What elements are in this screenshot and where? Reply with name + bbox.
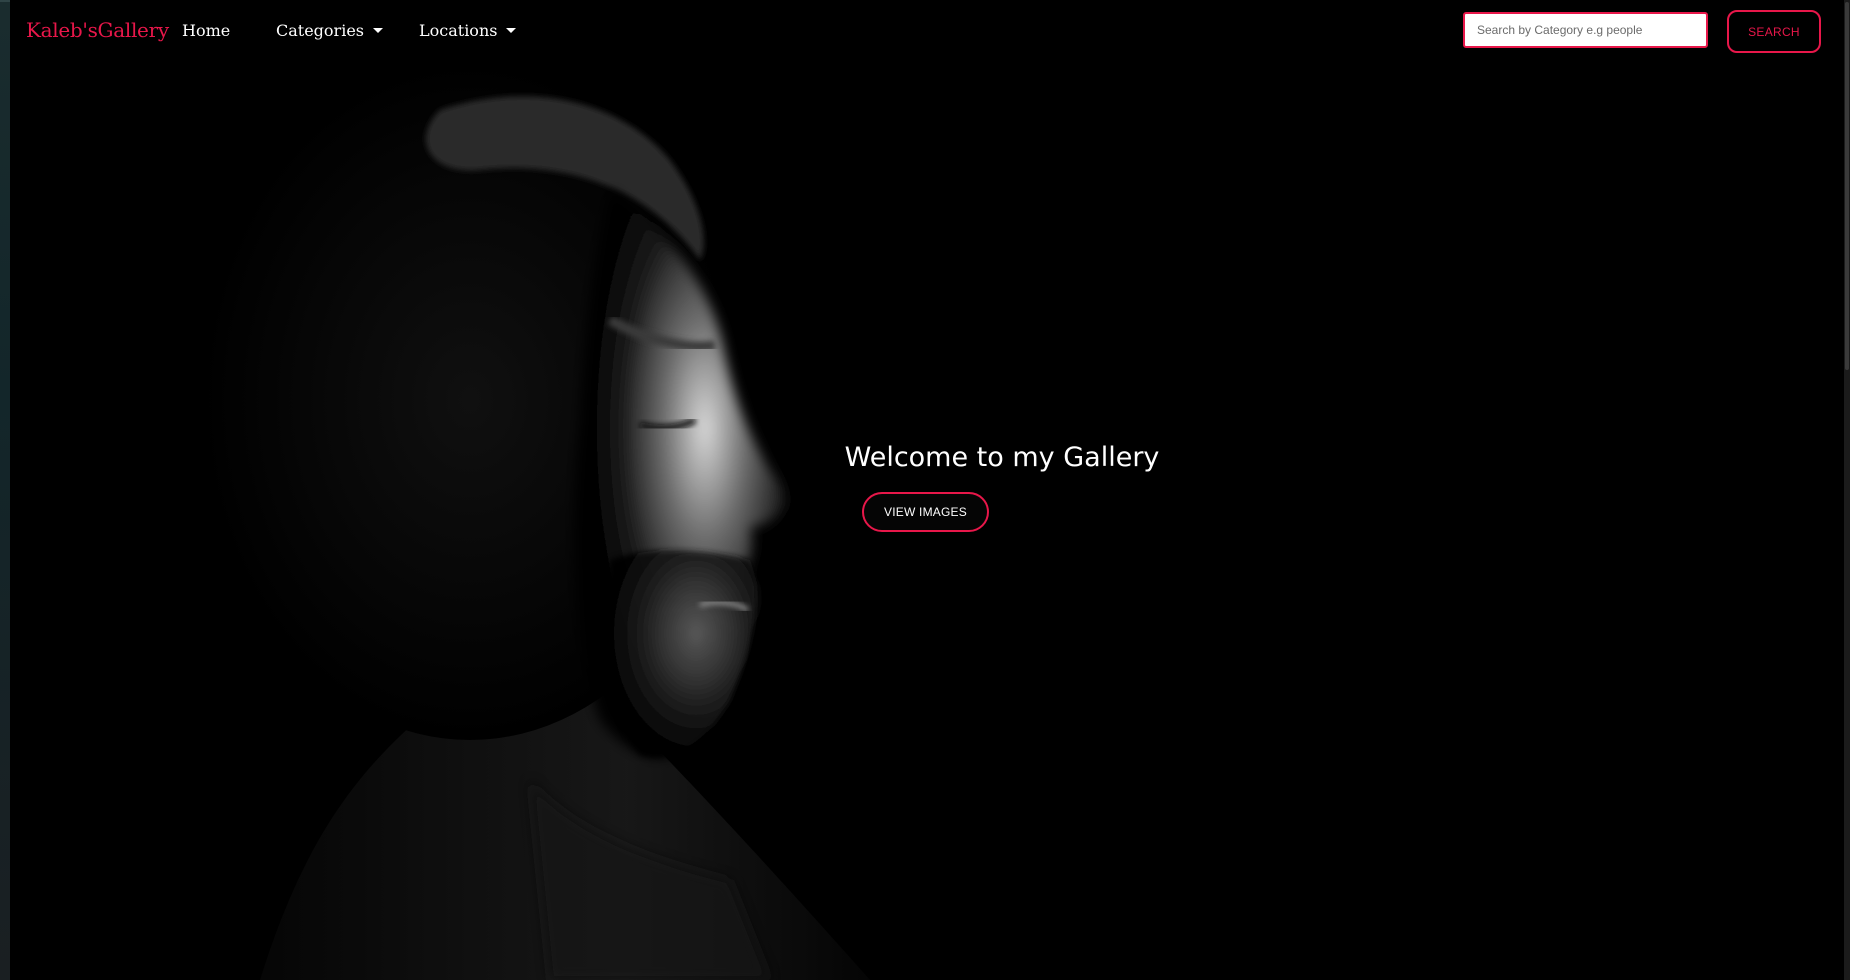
hero-section xyxy=(10,0,1844,980)
navbar: Kaleb'sGallery Home Categories Locations… xyxy=(10,0,1844,64)
search-input[interactable] xyxy=(1463,12,1708,48)
view-images-button[interactable]: VIEW IMAGES xyxy=(862,492,989,532)
scrollbar[interactable] xyxy=(1844,0,1850,980)
caret-down-icon xyxy=(373,28,383,33)
gallery-page: Kaleb'sGallery Home Categories Locations… xyxy=(0,0,1850,980)
nav-categories-dropdown[interactable]: Categories xyxy=(276,21,383,40)
search-button[interactable]: SEARCH xyxy=(1727,10,1821,53)
nav-home[interactable]: Home xyxy=(182,21,230,40)
nav-categories-label: Categories xyxy=(276,21,364,40)
left-window-edge xyxy=(0,0,10,980)
scrollbar-thumb[interactable] xyxy=(1845,2,1849,370)
hero-title: Welcome to my Gallery xyxy=(0,442,1850,473)
caret-down-icon xyxy=(506,28,517,33)
hero-title-text: Welcome to my Gallery xyxy=(844,442,1160,473)
nav-locations-dropdown[interactable]: Locations xyxy=(419,21,517,40)
brand-logo[interactable]: Kaleb'sGallery xyxy=(26,18,169,42)
nav-locations-label: Locations xyxy=(419,21,498,40)
nav-home-label: Home xyxy=(182,21,231,40)
hero-portrait-image xyxy=(200,60,870,980)
